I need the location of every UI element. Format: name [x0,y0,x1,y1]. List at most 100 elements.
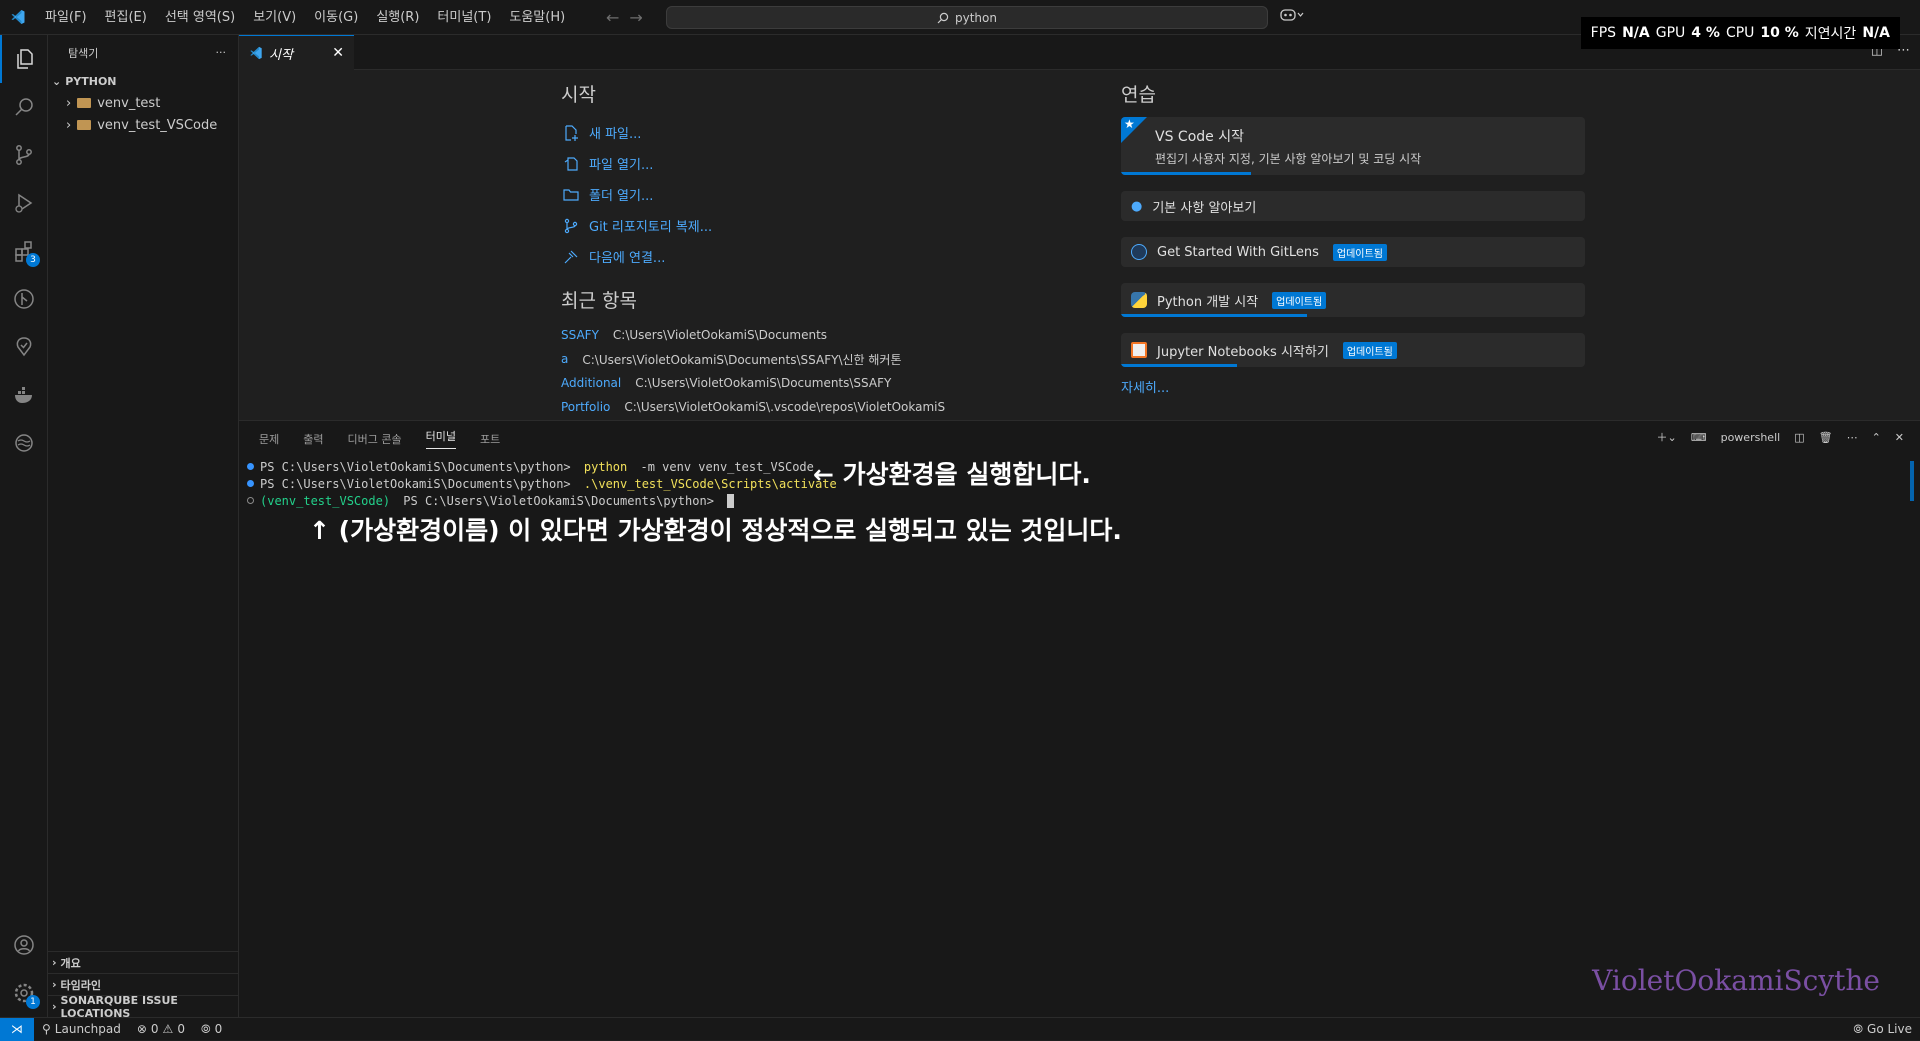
python-icon [1131,292,1147,308]
timeline-section[interactable]: ›타임라인 [48,973,238,995]
rocket-icon: ⚲ [42,1022,51,1036]
shell-name[interactable]: powershell [1721,431,1781,444]
tab-problems[interactable]: 문제 [259,431,279,447]
split-terminal-icon[interactable]: ◫ [1794,431,1804,444]
copilot-icon[interactable] [1280,8,1304,26]
workspace-section[interactable]: ⌄ PYTHON [48,70,238,92]
more-actions-icon[interactable]: ⋯ [1847,431,1858,444]
close-icon[interactable]: ✕ [332,45,344,61]
tab-debug-console[interactable]: 디버그 콘솔 [348,431,402,447]
tab-welcome[interactable]: 시작 ✕ [239,35,354,70]
source-control-icon[interactable] [0,131,48,179]
menu-run[interactable]: 실행(R) [367,0,428,35]
extensions-badge: 3 [26,253,40,267]
recent-item[interactable]: aC:\Users\VioletOokamiS\Documents\SSAFY\… [561,347,981,371]
sonarqube-section[interactable]: ›SONARQUBE ISSUE LOCATIONS [48,995,238,1017]
recent-name[interactable]: Portfolio [561,400,610,414]
remote-icon[interactable]: ⋊ [0,1018,34,1041]
lightbulb-icon: ● [1131,199,1142,214]
activity-bar: 3 1 [0,35,48,1017]
tree-item-venv-test-vscode[interactable]: › venv_test_VSCode [48,114,238,136]
go-live-item[interactable]: ⦾ Go Live [1845,1022,1920,1037]
testing-icon[interactable] [0,323,48,371]
broadcast-icon: ⦾ [1853,1022,1863,1037]
ports-count: 0 [215,1022,223,1036]
search-icon[interactable] [0,83,48,131]
walkthrough-jupyter[interactable]: Jupyter Notebooks 시작하기 업데이트됨 [1121,333,1585,367]
connect-to-link[interactable]: 다음에 연결... [561,241,981,272]
recent-item[interactable]: PortfolioC:\Users\VioletOokamiS\.vscode\… [561,395,981,419]
terminal-args: -m venv venv_test_VSCode [633,460,814,474]
updated-badge: 업데이트됨 [1343,342,1397,359]
menu-file[interactable]: 파일(F) [36,0,96,35]
gitlens-icon[interactable] [0,275,48,323]
recent-name[interactable]: a [561,352,568,366]
new-terminal-icon[interactable]: ＋⌄ [1656,429,1676,445]
recent-name[interactable]: Additional [561,376,621,390]
more-actions-icon[interactable]: ··· [216,46,227,59]
settings-gear-icon[interactable]: 1 [0,969,48,1017]
menu-edit[interactable]: 편집(E) [96,0,156,35]
forward-arrow-icon[interactable]: → [629,0,642,35]
panel-actions: ＋⌄ ⌨ powershell ◫ 🗑 ⋯ ⌃ ✕ [1656,429,1904,445]
timeline-label: 타임라인 [61,977,101,993]
updated-badge: 업데이트됨 [1333,244,1387,261]
terminal-shell-icon[interactable]: ⌨ [1691,431,1707,444]
sonarqube-label: SONARQUBE ISSUE LOCATIONS [61,994,238,1020]
terminal-scrollbar[interactable] [1910,461,1914,501]
open-file-link[interactable]: 파일 열기... [561,148,981,179]
account-icon[interactable] [0,921,48,969]
open-file-icon [561,154,581,174]
menu-view[interactable]: 보기(V) [244,0,305,35]
terminal-output[interactable]: PS C:\Users\VioletOokamiS\Documents\pyth… [247,458,837,509]
outline-section[interactable]: ›개요 [48,951,238,973]
walkthrough-main-desc: 편집기 사용자 지정, 기본 사항 알아보기 및 코딩 시작 [1155,150,1421,167]
command-center-search[interactable]: python [666,6,1268,29]
sonarqube-icon[interactable] [0,419,48,467]
recent-title: 최근 항목 [561,286,981,313]
tab-output[interactable]: 출력 [303,431,323,447]
explorer-icon[interactable] [0,35,48,83]
search-icon [937,12,949,24]
menu-go[interactable]: 이동(G) [305,0,367,35]
latency-label: 지연시간 [1805,23,1857,43]
more-walkthroughs-link[interactable]: 자세히... [1121,377,1585,396]
clone-repo-link[interactable]: Git 리포지토리 복제... [561,210,981,241]
back-arrow-icon[interactable]: ← [606,0,619,35]
start-title: 시작 [561,80,981,107]
maximize-panel-icon[interactable]: ⌃ [1872,431,1881,444]
tab-terminal[interactable]: 터미널 [426,428,456,449]
walkthrough-basics[interactable]: ● 기본 사항 알아보기 [1121,191,1585,221]
command-center-label: python [955,11,997,25]
warning-count: 0 [177,1022,185,1036]
connect-to-label: 다음에 연결... [589,247,665,266]
terminal-line: PS C:\Users\VioletOokamiS\Documents\pyth… [247,458,837,475]
jupyter-icon [1131,342,1147,358]
run-debug-icon[interactable] [0,179,48,227]
recent-item[interactable]: AdditionalC:\Users\VioletOokamiS\Documen… [561,371,981,395]
extensions-icon[interactable]: 3 [0,227,48,275]
close-panel-icon[interactable]: ✕ [1895,431,1904,444]
tree-item-venv-test[interactable]: › venv_test [48,92,238,114]
menu-terminal[interactable]: 터미널(T) [428,0,500,35]
docker-icon[interactable] [0,371,48,419]
open-folder-link[interactable]: 폴더 열기... [561,179,981,210]
walkthrough-gitlens[interactable]: Get Started With GitLens 업데이트됨 [1121,237,1585,267]
ports-item[interactable]: ⦾ 0 [193,1022,230,1037]
terminal-cursor [727,494,734,508]
launchpad-item[interactable]: ⚲ Launchpad [34,1022,129,1036]
trash-icon[interactable]: 🗑 [1819,431,1833,444]
new-file-link[interactable]: 새 파일... [561,117,981,148]
walkthrough-python[interactable]: Python 개발 시작 업데이트됨 [1121,283,1585,317]
problems-item[interactable]: ⊗ 0 ⚠ 0 [129,1022,193,1036]
tab-ports[interactable]: 포트 [480,431,500,447]
gpu-value: 4 % [1691,25,1720,41]
walkthrough-vscode-start[interactable]: ★ VS Code 시작 편집기 사용자 지정, 기본 사항 알아보기 및 코딩… [1121,117,1585,175]
recent-item[interactable]: SSAFYC:\Users\VioletOokamiS\Documents [561,323,981,347]
tab-label: 시작 [269,44,293,63]
menu-selection[interactable]: 선택 영역(S) [156,0,244,35]
walkthrough-python-progress [1121,314,1307,317]
terminal-prompt: PS C:\Users\VioletOokamiS\Documents\pyth… [260,477,578,491]
menu-help[interactable]: 도움말(H) [500,0,574,35]
recent-name[interactable]: SSAFY [561,328,599,342]
